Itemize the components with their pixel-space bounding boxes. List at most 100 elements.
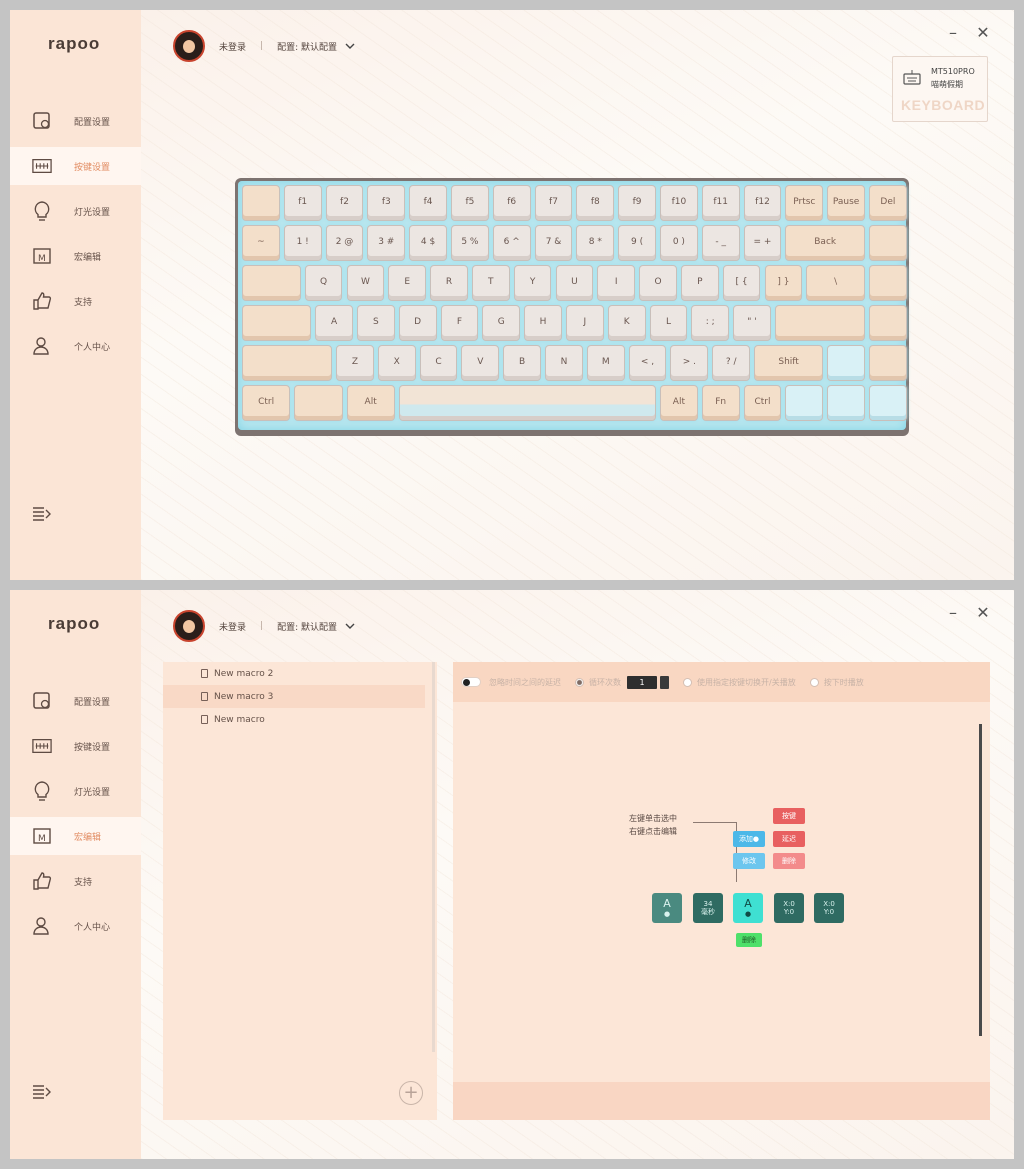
key-cap[interactable]: f9 xyxy=(618,185,656,221)
key-cap[interactable]: D xyxy=(398,305,437,341)
key-cap[interactable]: Q xyxy=(304,265,343,301)
minimize-button[interactable]: – xyxy=(946,25,960,41)
key-cap[interactable]: " ' xyxy=(733,305,771,341)
key-cap[interactable] xyxy=(294,385,343,421)
hold-play-radio[interactable] xyxy=(809,677,819,687)
key-cap[interactable]: f2 xyxy=(325,185,364,221)
macro-list-item[interactable]: New macro 3 xyxy=(163,685,425,708)
key-cap[interactable] xyxy=(827,345,865,381)
collapse-menu-icon[interactable] xyxy=(32,506,52,522)
key-cap[interactable]: R xyxy=(430,265,468,301)
editor-scrollbar[interactable] xyxy=(979,724,982,1036)
key-cap[interactable]: Shift xyxy=(754,345,824,381)
nav-profile[interactable]: 个人中心 xyxy=(10,907,141,945)
key-cap[interactable]: f12 xyxy=(743,185,782,221)
nav-config[interactable]: 配置设置 xyxy=(10,682,141,720)
delete-button[interactable]: 删除 xyxy=(773,853,805,869)
key-cap[interactable]: 5 % xyxy=(451,225,489,261)
key-cap[interactable] xyxy=(869,345,907,381)
key-cap[interactable]: f3 xyxy=(367,185,406,221)
key-cap[interactable]: G xyxy=(482,305,521,341)
add-macro-button[interactable]: + xyxy=(399,1081,423,1105)
key-cap[interactable] xyxy=(774,305,865,341)
key-cap[interactable]: E xyxy=(388,265,427,301)
key-cap[interactable]: 0 ) xyxy=(660,225,698,261)
loop-count-stepper[interactable] xyxy=(660,675,669,689)
key-cap[interactable]: Fn xyxy=(701,385,740,421)
macro-step-key[interactable]: A ● xyxy=(652,893,682,923)
key-cap[interactable]: H xyxy=(524,305,562,341)
key-cap[interactable]: Alt xyxy=(346,385,395,421)
macro-step-delay[interactable]: 34 毫秒 xyxy=(693,893,723,923)
config-selector[interactable]: 配置: 默认配置 xyxy=(277,40,337,53)
insert-key-button[interactable]: 按键 xyxy=(773,808,805,824)
key-cap[interactable]: Ctrl xyxy=(242,385,291,421)
avatar[interactable] xyxy=(173,30,205,62)
key-cap[interactable]: \ xyxy=(806,265,865,301)
key-cap[interactable]: K xyxy=(607,305,646,341)
key-cap[interactable]: N xyxy=(545,345,583,381)
key-cap[interactable]: f1 xyxy=(283,185,322,221)
key-cap[interactable]: F xyxy=(440,305,479,341)
key-cap[interactable] xyxy=(869,305,907,341)
key-cap[interactable]: : ; xyxy=(691,305,730,341)
close-button[interactable]: ✕ xyxy=(976,25,990,41)
nav-profile[interactable]: 个人中心 xyxy=(10,327,141,365)
key-cap[interactable]: Alt xyxy=(660,385,698,421)
device-card[interactable]: MT510PRO 喵萌假期 KEYBOARD xyxy=(892,56,988,122)
key-cap[interactable]: A xyxy=(315,305,353,341)
key-cap[interactable]: 4 $ xyxy=(409,225,447,261)
key-cap[interactable] xyxy=(827,385,865,421)
ignore-delay-toggle[interactable] xyxy=(461,677,481,687)
key-cap[interactable]: V xyxy=(461,345,500,381)
key-cap[interactable]: f6 xyxy=(492,185,531,221)
macro-step-mouse[interactable]: X:0 Y:0 xyxy=(814,893,844,923)
key-cap[interactable]: L xyxy=(649,305,688,341)
close-button[interactable]: ✕ xyxy=(976,605,990,621)
key-cap[interactable]: 7 & xyxy=(534,225,573,261)
macro-list-scrollbar[interactable] xyxy=(432,662,435,1052)
key-cap[interactable]: Ctrl xyxy=(743,385,782,421)
nav-keys[interactable]: 按键设置 xyxy=(10,147,141,185)
key-cap[interactable]: T xyxy=(471,265,510,301)
username[interactable]: 未登录 xyxy=(219,40,246,53)
key-cap[interactable]: = + xyxy=(743,225,782,261)
key-cap[interactable]: B xyxy=(503,345,542,381)
key-cap[interactable] xyxy=(242,265,301,301)
macro-list-item[interactable]: New macro 2 xyxy=(163,662,425,685)
key-cap[interactable] xyxy=(242,305,312,341)
nav-config[interactable]: 配置设置 xyxy=(10,102,141,140)
key-cap[interactable]: X xyxy=(377,345,416,381)
toggle-key-radio[interactable] xyxy=(683,677,692,687)
key-cap[interactable]: Del xyxy=(869,185,907,221)
key-cap[interactable]: O xyxy=(639,265,677,301)
key-cap[interactable] xyxy=(242,185,280,221)
macro-step-mouse[interactable]: X:0 Y:0 xyxy=(774,893,804,923)
modify-button[interactable]: 修改 xyxy=(733,853,765,869)
chevron-down-icon[interactable] xyxy=(345,621,355,631)
key-cap[interactable]: ? / xyxy=(712,345,751,381)
key-cap[interactable]: [ { xyxy=(722,265,761,301)
key-cap[interactable] xyxy=(869,265,907,301)
key-cap[interactable] xyxy=(242,345,333,381)
key-cap[interactable]: > . xyxy=(670,345,709,381)
add-button[interactable]: 添加● xyxy=(733,831,765,847)
loop-radio[interactable] xyxy=(575,677,584,687)
key-cap[interactable]: Prtsc xyxy=(785,185,824,221)
key-cap[interactable]: Pause xyxy=(827,185,865,221)
key-cap[interactable] xyxy=(785,385,824,421)
key-cap[interactable]: J xyxy=(565,305,604,341)
avatar[interactable] xyxy=(173,610,205,642)
nav-support[interactable]: 支持 xyxy=(10,282,141,320)
key-cap[interactable]: f7 xyxy=(534,185,573,221)
key-cap[interactable]: 6 ^ xyxy=(492,225,531,261)
key-cap[interactable] xyxy=(869,385,907,421)
key-cap[interactable]: 2 @ xyxy=(325,225,364,261)
minimize-button[interactable]: – xyxy=(946,605,960,621)
key-cap[interactable]: S xyxy=(356,305,395,341)
key-cap[interactable]: < , xyxy=(628,345,667,381)
key-cap[interactable]: 3 # xyxy=(367,225,406,261)
nav-light[interactable]: 灯光设置 xyxy=(10,192,141,230)
nav-macro[interactable]: M 宏编辑 xyxy=(10,817,141,855)
key-cap[interactable]: - _ xyxy=(701,225,740,261)
